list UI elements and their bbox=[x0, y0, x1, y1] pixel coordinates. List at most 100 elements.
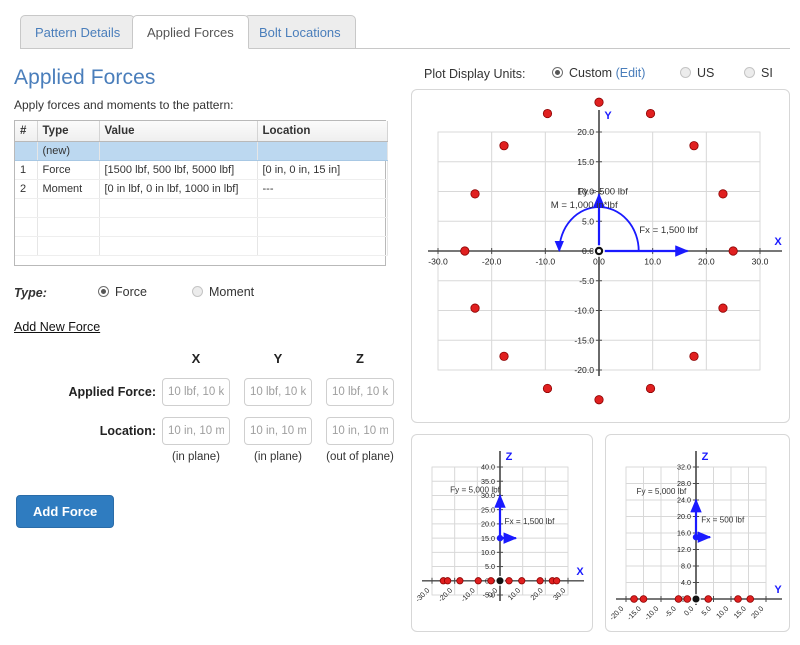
svg-text:5.0: 5.0 bbox=[485, 562, 495, 571]
svg-text:-20.0: -20.0 bbox=[607, 604, 625, 622]
radio-units-si[interactable]: SI bbox=[744, 66, 773, 80]
svg-text:Y: Y bbox=[604, 110, 612, 122]
svg-text:-5.0: -5.0 bbox=[663, 604, 678, 619]
svg-text:-10.0: -10.0 bbox=[536, 257, 556, 267]
svg-text:4.0: 4.0 bbox=[681, 578, 691, 587]
tab-bolt-locations-label: Bolt Locations bbox=[259, 24, 341, 40]
svg-text:32.0: 32.0 bbox=[677, 463, 691, 472]
cell-location: --- bbox=[257, 179, 388, 199]
svg-text:15.0: 15.0 bbox=[732, 604, 748, 620]
applied-force-z-input[interactable] bbox=[326, 378, 394, 406]
col-header-index: # bbox=[15, 121, 38, 142]
forces-table: # Type Value Location (new) 1 Force [150… bbox=[15, 121, 388, 256]
cell-value: [0 in lbf, 0 in lbf, 1000 in lbf] bbox=[99, 179, 258, 199]
applied-force-x-input[interactable] bbox=[162, 378, 230, 406]
main-xy-plot[interactable]: 20.0 15.0 10.0 5.0 0.0 -5.0 -10.0 -15.0 -20.0 -30… bbox=[412, 90, 789, 422]
xz-plot[interactable]: 40.035.030.025.020.015.010.05.00.0-5.0-3… bbox=[412, 435, 592, 631]
svg-text:Z: Z bbox=[506, 451, 513, 463]
form-col-header-y: Y bbox=[273, 351, 283, 366]
svg-text:20.0: 20.0 bbox=[677, 512, 691, 521]
svg-text:5.0: 5.0 bbox=[699, 604, 712, 617]
tab-pattern-details-label: Pattern Details bbox=[35, 24, 121, 40]
location-y-input[interactable] bbox=[244, 417, 312, 445]
location-z-input[interactable] bbox=[326, 417, 394, 445]
table-row-empty[interactable] bbox=[15, 198, 388, 218]
radio-custom-label: Custom bbox=[569, 66, 613, 80]
cell-value bbox=[99, 141, 258, 161]
radio-type-moment[interactable]: Moment bbox=[192, 285, 254, 299]
add-new-force-link[interactable]: Add New Force bbox=[14, 320, 100, 334]
cell-index bbox=[15, 141, 38, 161]
svg-text:-15.0: -15.0 bbox=[574, 335, 594, 345]
svg-text:Z: Z bbox=[702, 451, 709, 463]
plot-units-label: Plot Display Units: bbox=[424, 67, 526, 81]
svg-text:10.0: 10.0 bbox=[714, 604, 730, 620]
note-x: (in plane) bbox=[172, 451, 220, 463]
svg-text:20.0: 20.0 bbox=[749, 604, 765, 620]
cell-value: [1500 lbf, 500 lbf, 5000 lbf] bbox=[99, 160, 258, 180]
add-force-button[interactable]: Add Force bbox=[16, 495, 115, 528]
applied-force-y-input[interactable] bbox=[244, 378, 312, 406]
note-y: (in plane) bbox=[254, 451, 302, 463]
xz-plot-panel: 40.035.030.025.020.015.010.05.00.0-5.0-3… bbox=[411, 434, 593, 632]
cell-location bbox=[257, 141, 388, 161]
radio-type-force[interactable]: Force bbox=[98, 285, 147, 299]
location-x-input[interactable] bbox=[162, 417, 230, 445]
radio-force-label: Force bbox=[115, 285, 147, 299]
page-title: Applied Forces bbox=[14, 66, 156, 89]
svg-text:X: X bbox=[774, 236, 782, 248]
plot-display-units: Plot Display Units: Custom (Edit) US SI bbox=[424, 66, 790, 84]
yz-plot[interactable]: 32.028.024.020.016.012.08.04.00.0-20.0-1… bbox=[606, 435, 789, 631]
edit-units-link[interactable]: (Edit) bbox=[616, 66, 646, 80]
cell-index: 1 bbox=[15, 160, 38, 180]
svg-text:-30.0: -30.0 bbox=[413, 586, 431, 604]
svg-text:Fy = 5,000 lbf: Fy = 5,000 lbf bbox=[637, 487, 688, 496]
table-row[interactable]: 2 Moment [0 in lbf, 0 in lbf, 1000 in lb… bbox=[15, 179, 388, 199]
location-label: Location: bbox=[99, 424, 156, 438]
svg-text:-30.0: -30.0 bbox=[428, 257, 448, 267]
col-header-value: Value bbox=[99, 121, 258, 142]
table-row[interactable]: 1 Force [1500 lbf, 500 lbf, 5000 lbf] [0… bbox=[15, 160, 388, 180]
svg-text:15.0: 15.0 bbox=[577, 157, 594, 167]
radio-units-custom[interactable]: Custom (Edit) bbox=[552, 66, 645, 80]
table-row-empty[interactable] bbox=[15, 236, 388, 256]
svg-text:Fx = 1,500 lbf: Fx = 1,500 lbf bbox=[505, 517, 556, 526]
svg-text:20.0: 20.0 bbox=[698, 257, 715, 267]
svg-text:20.0: 20.0 bbox=[577, 127, 594, 137]
col-header-type: Type bbox=[37, 121, 100, 142]
svg-text:5.0: 5.0 bbox=[582, 216, 594, 226]
table-header-row: # Type Value Location bbox=[15, 121, 388, 142]
table-row[interactable]: (new) bbox=[15, 141, 388, 161]
add-force-form: X Y Z Applied Force: Location: (in plane… bbox=[14, 345, 394, 490]
applied-force-label: Applied Force: bbox=[68, 385, 156, 399]
cell-type: Moment bbox=[37, 179, 100, 199]
note-z: (out of plane) bbox=[326, 451, 394, 463]
form-col-header-z: Z bbox=[356, 351, 364, 366]
tab-applied-forces-label: Applied Forces bbox=[147, 24, 234, 40]
svg-text:24.0: 24.0 bbox=[677, 496, 691, 505]
svg-text:0.0: 0.0 bbox=[682, 604, 695, 617]
svg-text:Fy = 500 lbf: Fy = 500 lbf bbox=[578, 186, 629, 197]
radio-units-us[interactable]: US bbox=[680, 66, 714, 80]
svg-text:-15.0: -15.0 bbox=[625, 604, 643, 622]
tab-pattern-details[interactable]: Pattern Details bbox=[20, 15, 136, 49]
svg-text:25.0: 25.0 bbox=[481, 505, 495, 514]
tab-bolt-locations[interactable]: Bolt Locations bbox=[244, 15, 356, 49]
forces-table-container: # Type Value Location (new) 1 Force [150… bbox=[14, 120, 388, 266]
svg-text:-20.0: -20.0 bbox=[574, 365, 594, 375]
tab-bar: Pattern Details Applied Forces Bolt Loca… bbox=[20, 13, 790, 49]
svg-text:10.0: 10.0 bbox=[481, 548, 495, 557]
table-row-empty[interactable] bbox=[15, 217, 388, 237]
radio-custom-icon bbox=[552, 67, 563, 78]
main-xy-plot-panel: 20.0 15.0 10.0 5.0 0.0 -5.0 -10.0 -15.0 -20.0 -30… bbox=[411, 89, 790, 423]
svg-text:35.0: 35.0 bbox=[481, 477, 495, 486]
radio-moment-icon bbox=[192, 286, 203, 297]
svg-text:8.0: 8.0 bbox=[681, 562, 691, 571]
svg-text:Fy = 5,000 lbf: Fy = 5,000 lbf bbox=[450, 486, 501, 495]
tab-applied-forces[interactable]: Applied Forces bbox=[132, 15, 249, 49]
applied-forces-page: Pattern Details Applied Forces Bolt Loca… bbox=[0, 0, 800, 645]
svg-text:X: X bbox=[576, 566, 584, 578]
radio-us-icon bbox=[680, 67, 691, 78]
type-label: Type: bbox=[14, 286, 47, 300]
cell-index: 2 bbox=[15, 179, 38, 199]
